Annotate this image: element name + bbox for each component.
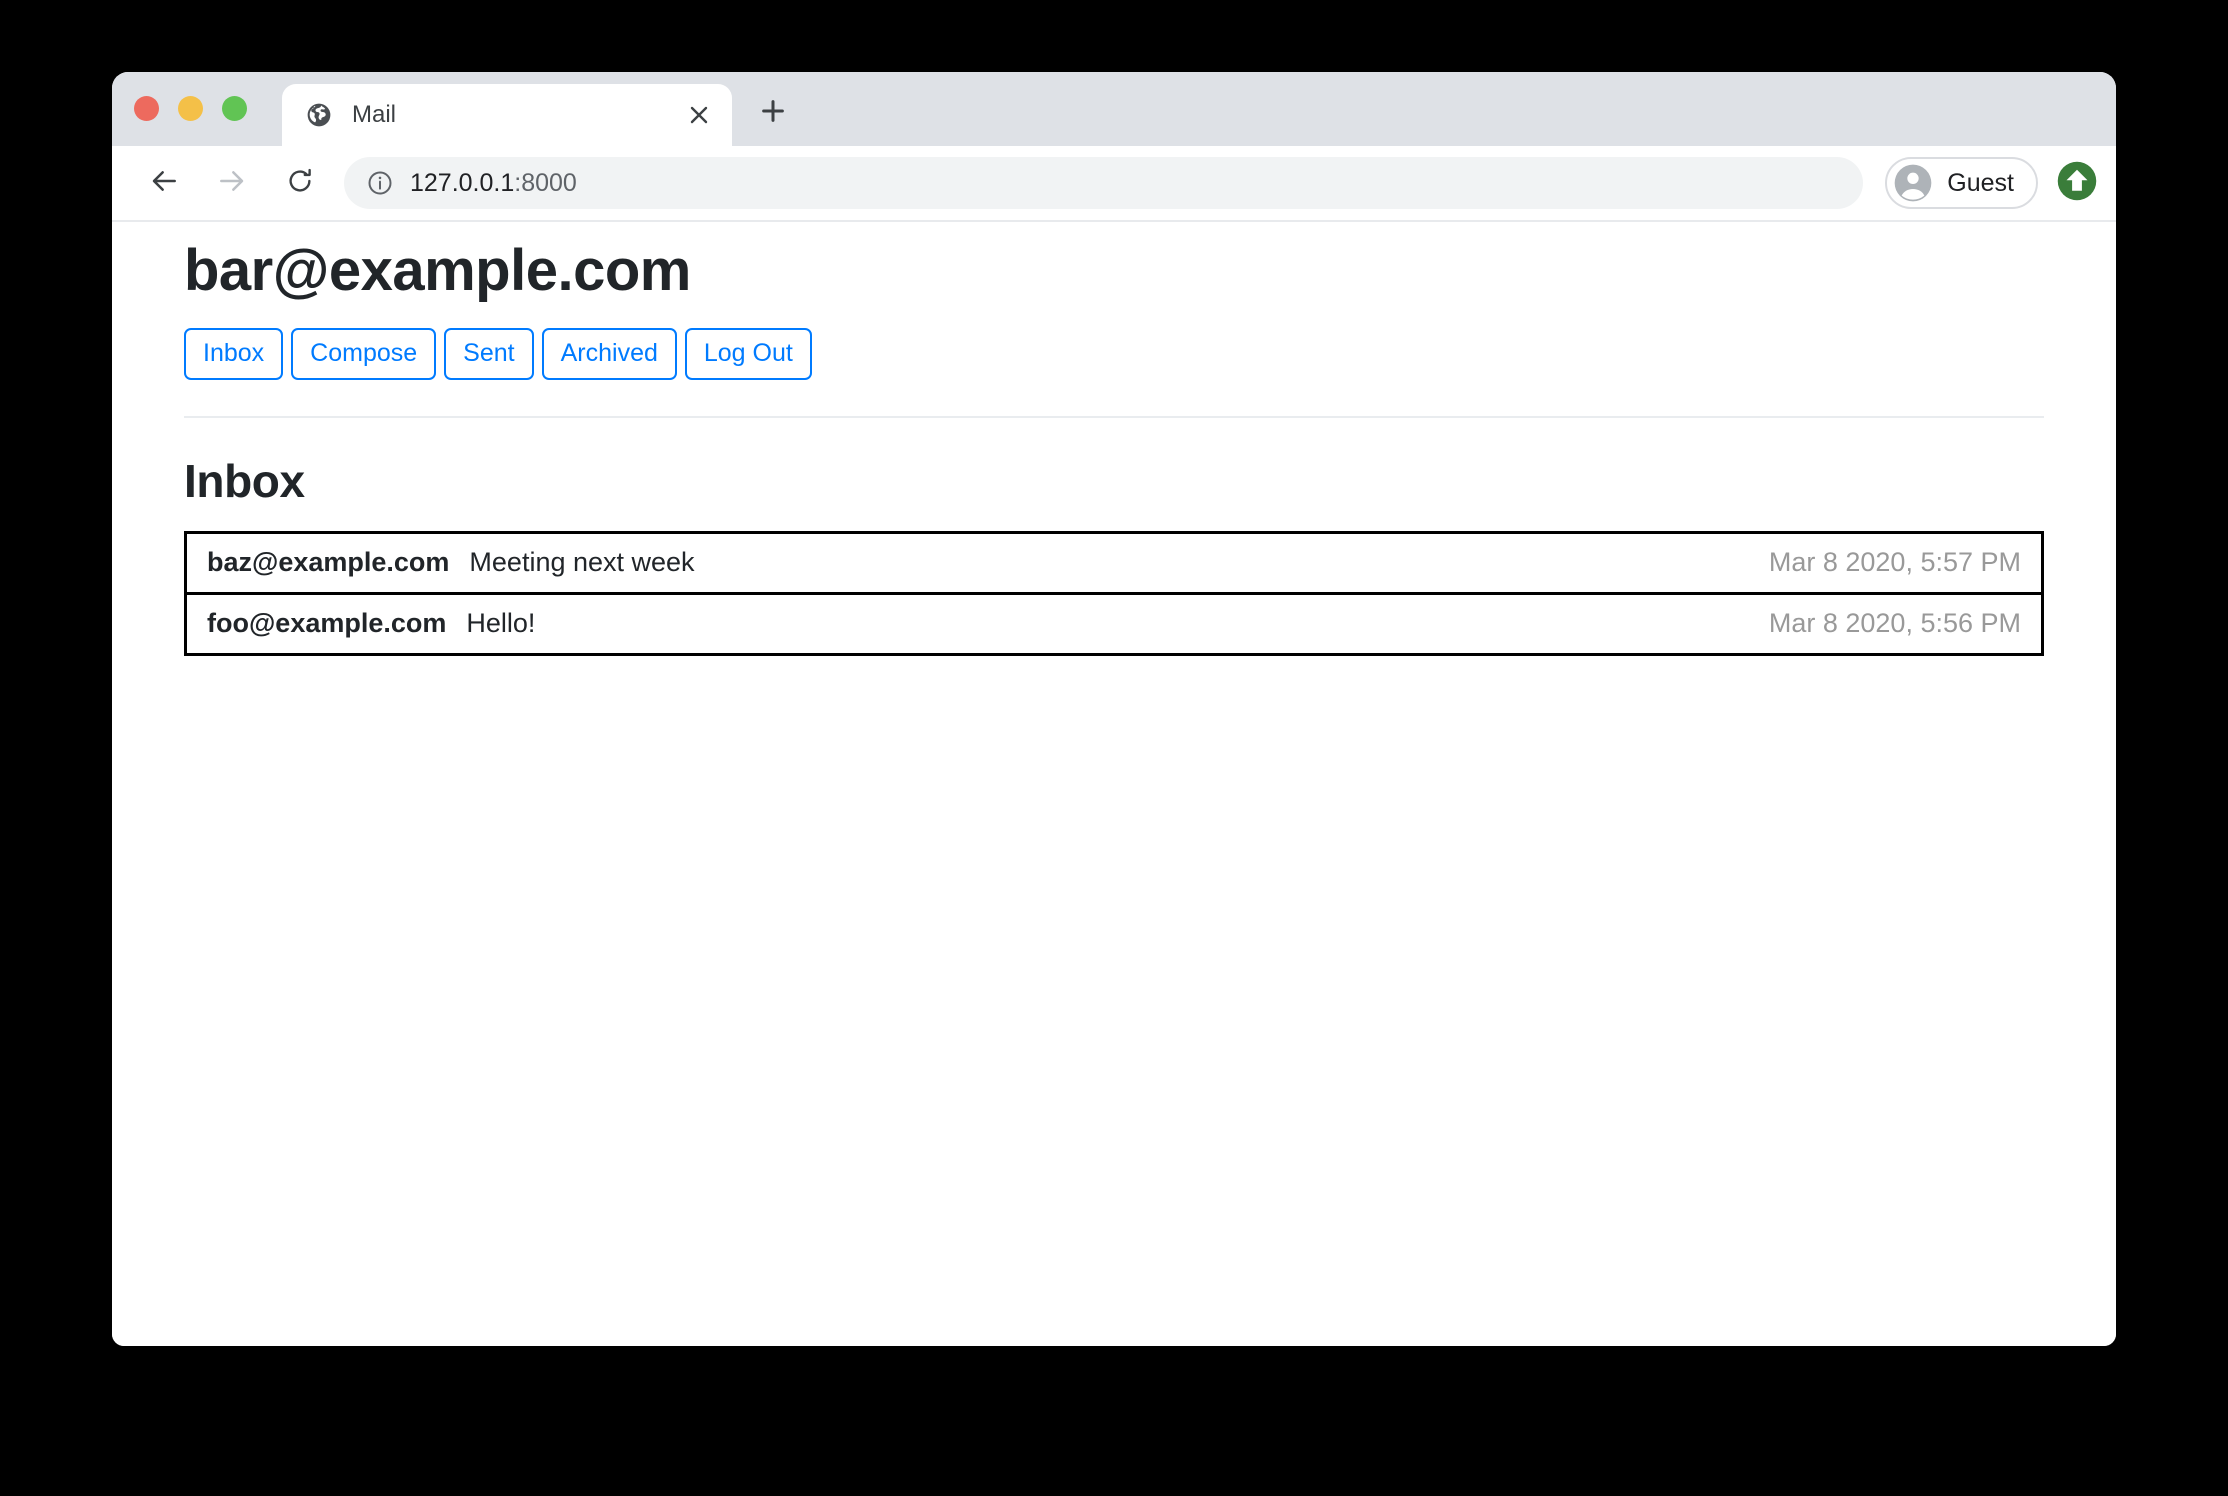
address-bar[interactable]: 127.0.0.1:8000 — [344, 157, 1864, 209]
tab-title: Mail — [352, 101, 397, 128]
browser-window: Mail 127.0.0.1:8000 Guest bar@example.co… — [112, 72, 2116, 1346]
new-tab-button[interactable] — [754, 94, 792, 132]
email-subject: Hello! — [466, 608, 536, 639]
profile-button[interactable]: Guest — [1885, 157, 2038, 209]
reload-icon — [285, 166, 315, 201]
back-arrow-icon — [148, 165, 180, 202]
email-timestamp: Mar 8 2020, 5:57 PM — [1768, 547, 2021, 578]
email-list-item[interactable]: baz@example.com Meeting next week Mar 8 … — [184, 531, 2044, 596]
forward-button — [206, 157, 258, 209]
reload-button[interactable] — [274, 157, 326, 209]
arrow-up-icon — [2056, 160, 2098, 207]
nav-button-archived[interactable]: Archived — [541, 327, 677, 380]
info-circle-icon[interactable] — [366, 169, 394, 197]
browser-tab-mail[interactable]: Mail — [282, 84, 732, 146]
mail-app: bar@example.com Inbox Compose Sent Archi… — [184, 222, 2044, 657]
close-window-button[interactable] — [134, 95, 159, 121]
close-icon[interactable] — [684, 100, 714, 130]
globe-icon — [306, 102, 332, 128]
email-list-item[interactable]: foo@example.com Hello! Mar 8 2020, 5:56 … — [184, 592, 2044, 657]
nav-button-sent[interactable]: Sent — [444, 327, 534, 380]
update-available-button[interactable] — [2056, 160, 2098, 207]
tab-strip: Mail — [112, 72, 2116, 146]
nav-button-log-out[interactable]: Log Out — [684, 327, 812, 380]
profile-label: Guest — [1947, 168, 2014, 197]
mailbox-title: Inbox — [184, 454, 305, 507]
email-timestamp: Mar 8 2020, 5:56 PM — [1768, 608, 2021, 639]
window-controls — [134, 72, 247, 146]
mailbox-nav: Inbox Compose Sent Archived Log Out — [184, 327, 2044, 380]
forward-arrow-icon — [216, 165, 248, 202]
page-viewport: bar@example.com Inbox Compose Sent Archi… — [112, 222, 2116, 1346]
nav-button-inbox[interactable]: Inbox — [184, 327, 284, 380]
nav-button-compose[interactable]: Compose — [291, 327, 437, 380]
email-sender: baz@example.com — [207, 547, 450, 578]
maximize-window-button[interactable] — [222, 95, 247, 121]
back-button[interactable] — [138, 157, 190, 209]
plus-icon — [758, 96, 788, 131]
browser-toolbar: 127.0.0.1:8000 Guest — [112, 146, 2116, 222]
email-subject: Meeting next week — [469, 547, 695, 578]
email-sender: foo@example.com — [207, 608, 447, 639]
url-host: 127.0.0.1 — [410, 168, 515, 197]
minimize-window-button[interactable] — [178, 95, 203, 121]
section-divider — [184, 415, 2044, 418]
url-port: :8000 — [514, 168, 577, 197]
email-list: baz@example.com Meeting next week Mar 8 … — [184, 531, 2044, 657]
account-circle-icon — [1893, 163, 1933, 203]
url-text: 127.0.0.1:8000 — [410, 169, 577, 198]
page-title: bar@example.com — [184, 238, 691, 303]
